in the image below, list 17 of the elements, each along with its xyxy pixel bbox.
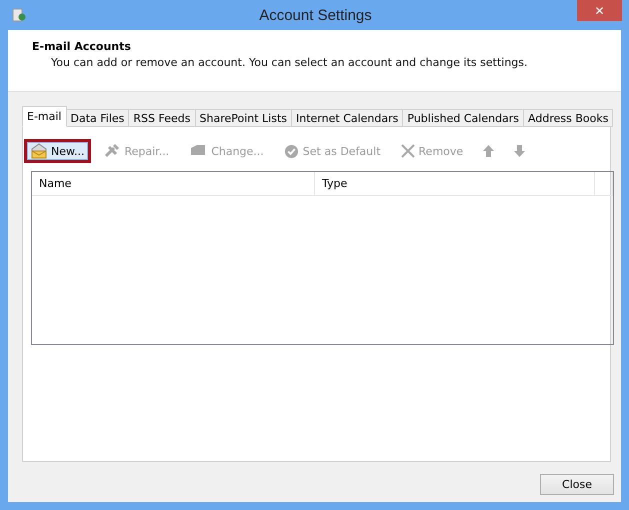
column-header[interactable]: Type (315, 172, 595, 195)
check-circle-icon (284, 144, 299, 158)
new-button[interactable]: New... (24, 139, 92, 163)
column-header[interactable]: Name (32, 172, 315, 195)
section-title: E-mail Accounts (32, 40, 132, 53)
close-dialog-button[interactable]: Close (540, 474, 614, 495)
tab[interactable]: E-mail (22, 106, 66, 127)
app-icon (10, 7, 26, 23)
x-icon (400, 144, 415, 158)
close-button[interactable]: ✕ (577, 0, 622, 21)
up-arrow-icon (483, 145, 494, 157)
envelope-icon (31, 143, 47, 159)
down-arrow-icon (514, 145, 526, 157)
tab[interactable]: Address Books (523, 109, 614, 127)
tools-icon (104, 143, 120, 159)
section-description: You can add or remove an account. You can select an account and change its settings. (51, 56, 529, 69)
window-title: Account Settings (259, 6, 372, 24)
